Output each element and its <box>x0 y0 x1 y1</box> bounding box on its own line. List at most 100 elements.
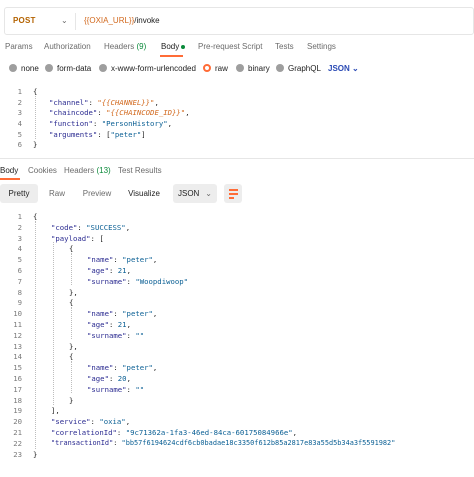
tab-tests[interactable]: Tests <box>275 42 294 51</box>
json-key: "service" <box>51 417 91 426</box>
line-number: 6 <box>17 140 22 149</box>
radio-none[interactable]: none <box>9 64 39 73</box>
url-input[interactable]: {{OXIA_URL}}/invoke <box>84 16 160 25</box>
language-select[interactable]: JSON ⌄ <box>328 64 359 73</box>
json-key: "name" <box>87 255 114 264</box>
line-number: 15 <box>13 363 22 372</box>
tab-label: Test Results <box>118 166 162 175</box>
tab-label: Settings <box>307 42 336 51</box>
url-variable: {{OXIA_URL}} <box>84 16 135 25</box>
headers-count: (13) <box>96 166 111 175</box>
json-key: "surname" <box>87 277 127 286</box>
json-key: "channel" <box>49 98 89 107</box>
json-key: "name" <box>87 309 114 318</box>
radio-icon <box>99 64 107 72</box>
radio-raw[interactable]: raw <box>203 64 228 73</box>
tab-label: Authorization <box>44 42 91 51</box>
tab-pre-request-script[interactable]: Pre-request Script <box>198 42 262 51</box>
radio-icon <box>45 64 53 72</box>
json-value: "{{CHANNEL}}" <box>97 98 154 107</box>
code-line: "surname": "" <box>87 331 145 340</box>
pretty-button[interactable]: Pretty <box>0 184 38 203</box>
tab-cookies[interactable]: Cookies <box>28 166 57 175</box>
json-value: "PersonHistory" <box>101 119 168 128</box>
preview-button[interactable]: Preview <box>78 184 116 203</box>
visualize-button[interactable]: Visualize <box>124 184 164 203</box>
wrap-lines-icon[interactable] <box>224 184 242 203</box>
tab-headers[interactable]: Headers (9) <box>104 42 146 51</box>
code-line: } <box>69 396 74 405</box>
code-line: "name": "peter", <box>87 255 158 264</box>
tab-label: Tests <box>275 42 294 51</box>
env-variable: "{{CHANNEL}}" <box>97 98 155 107</box>
tab-test-results[interactable]: Test Results <box>118 166 162 175</box>
json-value: "9c71362a-1fa3-46ed-84ca-60175084966e" <box>125 428 293 437</box>
chevron-down-icon[interactable]: ⌄ <box>61 16 68 25</box>
code-line: "surname": "Woopdiwoop" <box>87 277 189 286</box>
code-line: "surname": "" <box>87 385 145 394</box>
radio-selected-icon <box>203 64 211 72</box>
tab-response-headers[interactable]: Headers (13) <box>64 166 111 175</box>
tab-params[interactable]: Params <box>5 42 33 51</box>
code-line: "chaincode": "{{CHAINCODE_ID}}", <box>49 108 190 117</box>
body-type-options: none form-data x-www-form-urlencoded raw… <box>0 64 474 76</box>
json-key: "code" <box>51 223 78 232</box>
json-key: "age" <box>87 320 109 329</box>
json-value: "" <box>135 385 145 394</box>
json-key: "transactionId" <box>51 439 114 447</box>
format-select[interactable]: JSON ⌄ <box>173 184 217 203</box>
tab-label: Body <box>161 42 180 51</box>
line-number: 5 <box>17 130 22 139</box>
tab-label: Cookies <box>28 166 57 175</box>
line-number: 13 <box>13 342 22 351</box>
code-line: "correlationId": "9c71362a-1fa3-46ed-84c… <box>51 428 298 437</box>
radio-binary[interactable]: binary <box>236 64 270 73</box>
code-line: "name": "peter", <box>87 363 158 372</box>
http-method-select[interactable]: POST <box>13 16 36 25</box>
tab-body[interactable]: Body <box>161 42 186 51</box>
line-number: 5 <box>17 255 22 264</box>
line-number: 9 <box>17 298 22 307</box>
line-number: 2 <box>17 98 22 107</box>
url-box: POST ⌄ {{OXIA_URL}}/invoke <box>4 7 474 35</box>
radio-icon <box>9 64 17 72</box>
code-line: { <box>33 212 38 221</box>
language-label: JSON <box>328 64 350 73</box>
radio-form-data[interactable]: form-data <box>45 64 91 73</box>
tab-authorization[interactable]: Authorization <box>44 42 91 51</box>
code-line: }, <box>69 342 78 351</box>
line-number: 6 <box>17 266 22 275</box>
chevron-down-icon: ⌄ <box>205 189 212 198</box>
radio-icon <box>236 64 244 72</box>
headers-count: (9) <box>136 42 147 51</box>
url-divider <box>75 13 76 30</box>
format-label: JSON <box>178 189 200 198</box>
indent-guide <box>71 307 72 339</box>
code-line: { <box>69 298 74 307</box>
tab-settings[interactable]: Settings <box>307 42 336 51</box>
code-line: "age": 21, <box>87 266 131 275</box>
line-number: 11 <box>13 320 22 329</box>
raw-button[interactable]: Raw <box>44 184 70 203</box>
modified-dot-icon <box>181 44 186 49</box>
radio-graphql[interactable]: GraphQL <box>276 64 321 73</box>
indent-guide <box>71 253 72 285</box>
code-line: "transactionId": "bb57f6194624cdf6cb0bad… <box>51 439 396 447</box>
code-line: { <box>69 352 74 361</box>
response-tabs: Body Cookies Headers (13) Test Results <box>0 166 474 180</box>
url-path: /invoke <box>134 16 160 25</box>
line-number: 3 <box>17 234 22 243</box>
line-number: 1 <box>17 87 22 96</box>
panel-divider <box>0 158 474 159</box>
tab-response-body[interactable]: Body <box>0 166 18 175</box>
code-line: "function": "PersonHistory", <box>49 119 173 128</box>
indent-guide <box>53 242 54 405</box>
request-tabs: Params Authorization Headers (9) Body Pr… <box>0 42 474 60</box>
json-value: 20 <box>117 374 127 383</box>
code-line: "code": "SUCCESS", <box>51 223 131 232</box>
line-number: 22 <box>13 439 22 448</box>
json-key: "arguments" <box>49 130 98 139</box>
active-tab-indicator <box>0 178 20 180</box>
radio-x-www-form-urlencoded[interactable]: x-www-form-urlencoded <box>99 64 196 73</box>
line-number: 21 <box>13 428 22 437</box>
